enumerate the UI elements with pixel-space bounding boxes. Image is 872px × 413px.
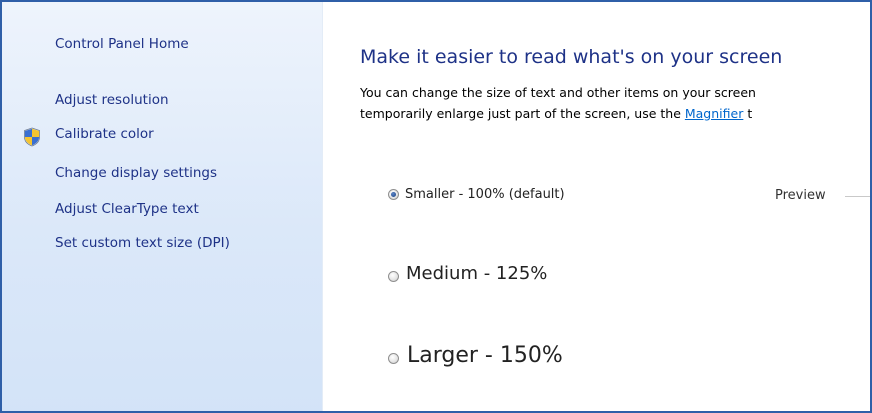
radio-checked-icon[interactable]	[388, 189, 399, 200]
option-smaller-label: Smaller - 100% (default)	[405, 187, 565, 202]
preview-divider	[845, 196, 870, 197]
main-content: Make it easier to read what's on your sc…	[323, 2, 870, 411]
option-medium-radio[interactable]: Medium - 125%	[388, 263, 547, 284]
magnifier-link[interactable]: Magnifier	[685, 106, 743, 121]
adjust-resolution-link[interactable]: Adjust resolution	[55, 92, 169, 108]
change-display-settings-link[interactable]: Change display settings	[55, 165, 217, 181]
page-title: Make it easier to read what's on your sc…	[360, 46, 783, 68]
description-line-1: You can change the size of text and othe…	[360, 85, 756, 100]
window-frame: Control Panel Home Adjust resolution Cal…	[0, 0, 872, 413]
option-larger-label: Larger - 150%	[407, 343, 563, 368]
description-line-2-suffix: t	[743, 106, 753, 121]
description-line-2: temporarily enlarge just part of the scr…	[360, 106, 752, 121]
sidebar: Control Panel Home Adjust resolution Cal…	[2, 2, 323, 411]
description-line-2-prefix: temporarily enlarge just part of the scr…	[360, 106, 685, 121]
calibrate-color-link[interactable]: Calibrate color	[55, 126, 154, 142]
control-panel-home-link[interactable]: Control Panel Home	[55, 36, 189, 52]
set-custom-text-size-link[interactable]: Set custom text size (DPI)	[55, 235, 230, 251]
option-medium-label: Medium - 125%	[406, 263, 548, 284]
option-larger-radio[interactable]: Larger - 150%	[388, 343, 563, 368]
preview-label: Preview	[775, 188, 826, 203]
option-smaller-radio[interactable]: Smaller - 100% (default)	[388, 187, 565, 202]
radio-unchecked-icon[interactable]	[388, 353, 399, 364]
uac-shield-icon	[24, 127, 40, 147]
adjust-cleartype-link[interactable]: Adjust ClearType text	[55, 201, 199, 217]
radio-unchecked-icon[interactable]	[388, 270, 399, 282]
